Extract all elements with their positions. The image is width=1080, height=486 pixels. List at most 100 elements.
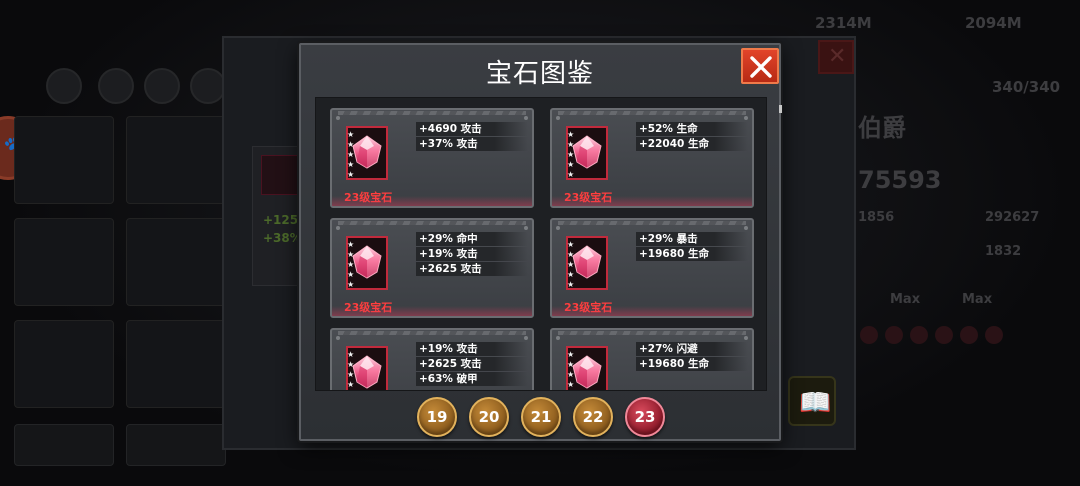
gem-icon-frame: ★★★★★ [566,236,608,290]
star-icon: ★ [567,360,575,369]
card-glow [332,196,532,206]
gem-stat-line: +19680 生命 [636,247,748,261]
bg-equip-slot [14,320,114,408]
star-icon: ★ [347,140,355,149]
frame-bolt [524,336,528,340]
bg-menu-icon-2 [98,68,134,104]
star-rating: ★★★★★ [567,240,577,290]
gem-stat-line: +2625 攻击 [416,262,528,276]
bg-stat-b: 292627 [985,210,1040,225]
star-icon: ★ [567,240,575,249]
gem-icon-frame: ★★★★★ [566,346,608,391]
star-icon: ★ [347,380,355,389]
bg-currency-1: 2314M [815,14,872,32]
star-icon: ★ [347,130,355,139]
gem-card[interactable]: ★★★★★+29% 命中+19% 攻击+2625 攻击23级宝石 [330,218,534,318]
close-x-icon [750,56,772,78]
scrollbar-thumb[interactable] [779,105,782,113]
bg-close-button [818,40,854,74]
gem-stat-line: +2625 攻击 [416,357,528,371]
level-button-19[interactable]: 19 [417,397,457,437]
star-rating: ★★★★★ [347,350,357,391]
bg-card-stat-1: +125 [263,213,299,227]
star-icon: ★ [347,370,355,379]
star-icon: ★ [347,360,355,369]
star-icon: ★ [567,160,575,169]
bg-card-stat-2: +38% [263,231,302,245]
frame-bolt [336,226,340,230]
gem-stat-line: +19% 攻击 [416,342,528,356]
star-icon: ★ [567,250,575,259]
card-glow [552,196,752,206]
gem-card[interactable]: ★★★★★+19% 攻击+2625 攻击+63% 破甲23级宝石 [330,328,534,391]
star-rating: ★★★★★ [347,240,357,290]
star-rating: ★★★★★ [567,350,577,391]
star-icon: ★ [347,280,355,289]
bg-equip-slot [14,218,114,306]
gem-card[interactable]: ★★★★★+27% 闪避+19680 生命23级宝石 [550,328,754,391]
star-icon: ★ [347,240,355,249]
gem-stat-line: +4690 攻击 [416,122,528,136]
bg-menu-icon-1 [46,68,82,104]
star-icon: ★ [567,380,575,389]
gem-icon-frame: ★★★★★ [346,126,388,180]
bg-slot-dot [985,326,1003,344]
frame-bolt [524,226,528,230]
gem-stat-line: +29% 命中 [416,232,528,246]
star-rating: ★★★★★ [567,130,577,180]
bg-max-1: Max [890,292,921,307]
level-button-23[interactable]: 23 [625,397,665,437]
star-icon: ★ [567,130,575,139]
gem-stat-line: +27% 闪避 [636,342,748,356]
bg-bottom-button [126,424,226,466]
bg-currency-2: 2094M [965,14,1022,32]
star-rating: ★★★★★ [347,130,357,180]
card-glow [332,306,532,316]
gem-card[interactable]: ★★★★★+29% 暴击+19680 生命23级宝石 [550,218,754,318]
level-button-20[interactable]: 20 [469,397,509,437]
star-icon: ★ [347,260,355,269]
card-glow [552,306,752,316]
frame-bolt [744,116,748,120]
star-icon: ★ [347,350,355,359]
bg-stat-a: 1856 [858,210,895,225]
gem-card[interactable]: ★★★★★+4690 攻击+37% 攻击23级宝石 [330,108,534,208]
star-icon: ★ [567,390,574,391]
gem-stat-line: +52% 生命 [636,122,748,136]
level-button-21[interactable]: 21 [521,397,561,437]
bg-slot-dot [910,326,928,344]
frame-bolt [744,226,748,230]
star-icon: ★ [347,390,354,391]
star-icon: ★ [567,140,575,149]
gem-codex-dialog: 宝石图鉴 ★★★★★+4690 攻击+37% 攻击23级宝石 ★★★★★+52%… [299,43,782,441]
frame-bolt [556,226,560,230]
bg-equip-slot [14,116,114,204]
star-icon: ★ [567,280,575,289]
gem-card[interactable]: ★★★★★+52% 生命+22040 生命23级宝石 [550,108,754,208]
level-button-22[interactable]: 22 [573,397,613,437]
gem-stat-line: +19% 攻击 [416,247,528,261]
gem-stat-line: +63% 破甲 [416,372,528,386]
bg-max-2: Max [962,292,993,307]
frame-bolt [556,336,560,340]
bg-gem-book-button: 📖 [788,376,836,426]
star-icon: ★ [347,270,355,279]
star-icon: ★ [567,170,575,179]
gem-icon-frame: ★★★★★ [346,236,388,290]
frame-bolt [524,116,528,120]
star-icon: ★ [567,370,575,379]
star-icon: ★ [347,250,355,259]
bg-slot-dot [935,326,953,344]
close-button[interactable] [741,48,779,84]
bg-capacity: 340/340 [992,78,1061,96]
star-icon: ★ [567,150,575,159]
gem-stat-line: +29% 暴击 [636,232,748,246]
bg-slot-dot [860,326,878,344]
dialog-title: 宝石图鉴 [485,59,594,89]
star-icon: ★ [567,270,575,279]
book-icon: 📖 [799,388,832,418]
bg-hero-title: 伯爵 [858,114,906,142]
gem-card-list[interactable]: ★★★★★+4690 攻击+37% 攻击23级宝石 ★★★★★+52% 生命+2… [315,97,767,391]
bg-equip-slot [126,320,226,408]
star-icon: ★ [567,350,575,359]
